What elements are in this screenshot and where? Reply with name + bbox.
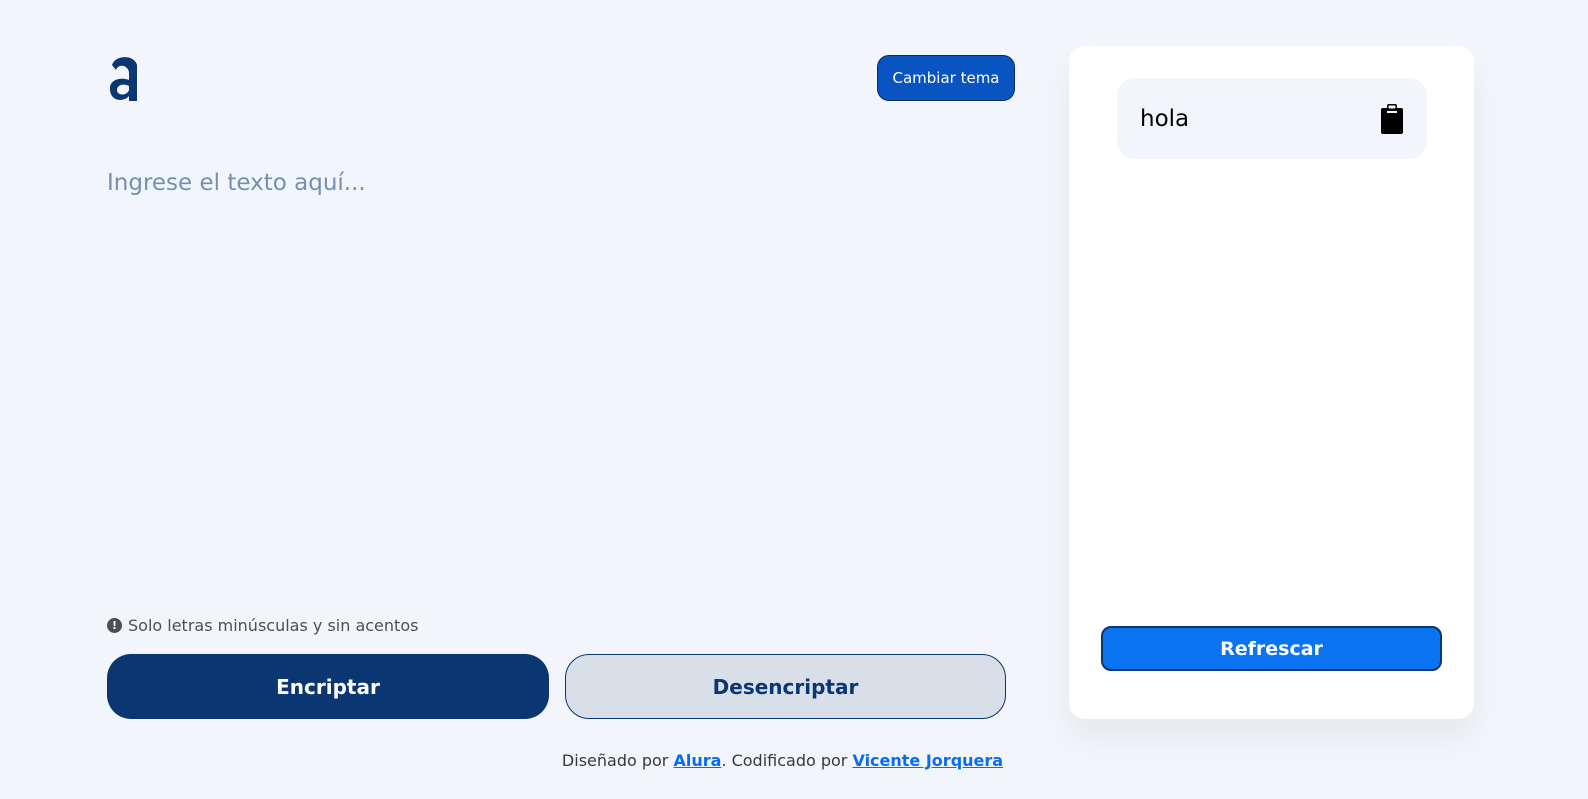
output-panel: hola Refrescar: [1069, 46, 1474, 719]
input-hint: ! Solo letras minúsculas y sin acentos: [107, 614, 418, 636]
alura-logo-icon: [109, 57, 137, 101]
exclamation-circle-icon: !: [107, 617, 122, 633]
result-card: hola: [1117, 78, 1427, 159]
footer-middle: . Codificado por: [721, 751, 853, 770]
refresh-button[interactable]: Refrescar: [1101, 626, 1442, 671]
footer-prefix: Diseñado por: [561, 751, 674, 770]
encrypt-button[interactable]: Encriptar: [107, 654, 549, 719]
hint-text: Solo letras minúsculas y sin acentos: [128, 615, 419, 635]
footer: Diseñado por Alura. Codificado por Vicen…: [0, 751, 1565, 770]
text-input[interactable]: [107, 170, 1007, 590]
result-text: hola: [1140, 105, 1190, 132]
page: Cambiar tema ! Solo letras minúsculas y …: [0, 0, 1588, 799]
clipboard-icon[interactable]: [1379, 103, 1405, 135]
coder-link[interactable]: Vicente Jorquera: [852, 751, 1003, 770]
designer-link[interactable]: Alura: [673, 751, 721, 770]
change-theme-button[interactable]: Cambiar tema: [877, 55, 1015, 101]
decrypt-button[interactable]: Desencriptar: [565, 654, 1006, 719]
